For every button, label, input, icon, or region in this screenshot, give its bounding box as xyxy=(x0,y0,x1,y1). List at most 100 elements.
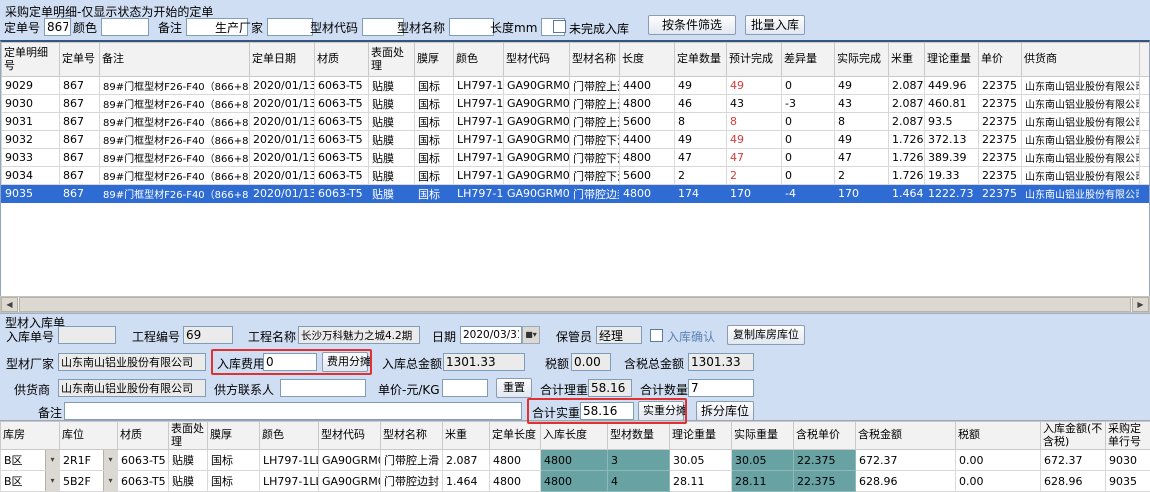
dropdown-arrow-icon[interactable]: ▾ xyxy=(45,471,59,491)
column-header[interactable]: 型材名称 xyxy=(570,43,620,77)
column-header[interactable]: 备注 xyxy=(100,43,250,77)
column-header[interactable]: 含税单价 xyxy=(794,422,856,450)
split-location-button[interactable]: 拆分库位 xyxy=(696,401,754,421)
column-header[interactable]: 型材数量 xyxy=(608,422,670,450)
theory-weight-input[interactable] xyxy=(588,379,632,397)
column-header[interactable]: 入库金额(不含税) xyxy=(1041,422,1106,450)
column-header[interactable]: 型材代码 xyxy=(504,43,570,77)
column-header[interactable]: 差异量 xyxy=(782,43,835,77)
column-header[interactable]: 税额 xyxy=(956,422,1041,450)
order-row[interactable]: 902986789#门框型材F26-F40（866+867）2020/01/13… xyxy=(2,77,1150,95)
combo-value[interactable]: 5B2F xyxy=(60,475,103,488)
color-input[interactable] xyxy=(101,18,149,36)
unit-price-input[interactable] xyxy=(442,379,488,397)
contact-input[interactable] xyxy=(280,379,366,397)
column-header[interactable]: 型材代码 xyxy=(319,422,381,450)
profile-name-input[interactable] xyxy=(449,18,494,36)
column-header[interactable]: 膜厚 xyxy=(208,422,260,450)
column-header[interactable]: 单价 xyxy=(979,43,1022,77)
column-header[interactable]: 膜厚 xyxy=(415,43,454,77)
column-header[interactable]: 库房 xyxy=(1,422,60,450)
manufacturer-input[interactable] xyxy=(267,18,313,36)
combo-value[interactable]: B区 xyxy=(1,473,45,489)
column-header[interactable]: 表面处理 xyxy=(369,43,415,77)
column-header[interactable]: 定单数量 xyxy=(675,43,727,77)
column-header[interactable]: 材质 xyxy=(315,43,369,77)
column-header[interactable]: 材质 xyxy=(118,422,169,450)
column-header[interactable]: 定单明细号 xyxy=(2,43,60,77)
cell: 22375 xyxy=(979,131,1022,149)
cell: 6063-T5 xyxy=(118,471,169,492)
reset-button[interactable]: 重置 xyxy=(496,378,532,398)
column-header[interactable]: 米重 xyxy=(443,422,490,450)
inbound-row[interactable]: B区▾5B2F▾6063-T5贴膜国标LH797-1LL0GA90GRM05门带… xyxy=(1,471,1150,492)
keeper-input[interactable] xyxy=(596,326,642,344)
column-header[interactable]: 实际重量 xyxy=(732,422,794,450)
project-name-input[interactable] xyxy=(298,326,420,344)
column-header[interactable]: 定单号 xyxy=(60,43,100,77)
date-input[interactable] xyxy=(460,326,522,344)
dropdown-arrow-icon[interactable]: ▾ xyxy=(103,450,117,470)
inbound-no-input[interactable] xyxy=(58,326,116,344)
cell: 贴膜 xyxy=(169,471,208,492)
factory-input[interactable] xyxy=(58,353,206,371)
project-no-input[interactable] xyxy=(183,326,233,344)
column-header[interactable]: 库位 xyxy=(60,422,118,450)
scroll-left-arrow-icon[interactable]: ◀ xyxy=(1,297,18,312)
supplier-input[interactable] xyxy=(58,379,206,397)
tax-input[interactable] xyxy=(571,353,611,371)
column-header[interactable]: 预计完成 xyxy=(727,43,782,77)
column-header[interactable]: 颜色 xyxy=(454,43,504,77)
order-row[interactable]: 903486789#门框型材F26-F40（866+867）2020/01/13… xyxy=(2,167,1150,185)
filter-by-condition-button[interactable]: 按条件筛选 xyxy=(648,15,736,35)
cell: 0 xyxy=(782,131,835,149)
scroll-right-arrow-icon[interactable]: ▶ xyxy=(1132,297,1149,312)
inbound-row[interactable]: B区▾2R1F▾6063-T5贴膜国标LH797-1LL0GA90GRM03门带… xyxy=(1,450,1150,471)
column-header[interactable]: 采购定单行号 xyxy=(1106,422,1150,450)
dropdown-arrow-icon[interactable]: ▾ xyxy=(45,450,59,470)
cell: 28.11 xyxy=(670,471,732,492)
profile-name-label: 型材名称 xyxy=(397,19,445,36)
actual-weight-input[interactable] xyxy=(580,402,634,420)
column-header[interactable]: 表面处理 xyxy=(169,422,208,450)
column-header[interactable]: 理论重量 xyxy=(670,422,732,450)
actual-weight-label: 合计实重 xyxy=(532,404,580,421)
order-row[interactable]: 903186789#门框型材F26-F40（866+867）2020/01/13… xyxy=(2,113,1150,131)
order-row[interactable]: 903286789#门框型材F26-F40（866+867）2020/01/13… xyxy=(2,131,1150,149)
total-amount-input[interactable] xyxy=(443,353,525,371)
cell: 22375 xyxy=(979,185,1022,203)
combo-value[interactable]: B区 xyxy=(1,452,45,468)
remark-input[interactable] xyxy=(64,402,522,420)
column-header[interactable]: 理论重量 xyxy=(925,43,979,77)
column-header[interactable]: 入库长度 xyxy=(541,422,608,450)
total-qty-input[interactable] xyxy=(688,379,754,397)
combo-value[interactable]: 2R1F xyxy=(60,454,103,467)
calendar-dropdown-icon[interactable]: ■▾ xyxy=(522,326,540,344)
order-row[interactable]: 903086789#门框型材F26-F40（866+867）2020/01/13… xyxy=(2,95,1150,113)
cell: 1.464 xyxy=(443,471,490,492)
horizontal-scrollbar[interactable]: ◀ ▶ xyxy=(0,296,1150,313)
column-header[interactable]: 型材名称 xyxy=(381,422,443,450)
cell: 389.39 xyxy=(925,149,979,167)
column-header[interactable]: 定单长度 xyxy=(490,422,541,450)
fee-share-button[interactable]: 费用分摊 xyxy=(322,352,368,372)
tax-total-input[interactable] xyxy=(688,353,754,371)
copy-warehouse-location-button[interactable]: 复制库房库位 xyxy=(727,325,805,345)
order-no-input[interactable] xyxy=(44,18,71,36)
fee-input[interactable] xyxy=(263,353,317,371)
unfinished-inbound-checkbox[interactable] xyxy=(553,20,566,33)
column-header[interactable]: 颜色 xyxy=(260,422,319,450)
column-header[interactable]: 实际完成 xyxy=(835,43,889,77)
column-header[interactable]: 长度 xyxy=(620,43,675,77)
batch-inbound-button[interactable]: 批量入库 xyxy=(745,15,805,35)
column-header[interactable]: 米重 xyxy=(889,43,925,77)
dropdown-arrow-icon[interactable]: ▾ xyxy=(103,471,117,491)
order-row[interactable]: 903586789#门框型材F26-F40（866+867）2020/01/13… xyxy=(2,185,1150,203)
column-header[interactable]: 供货商 xyxy=(1022,43,1140,77)
weight-share-button[interactable]: 实重分摊 xyxy=(638,401,684,421)
inbound-confirm-checkbox[interactable] xyxy=(650,329,663,342)
scrollbar-thumb[interactable] xyxy=(19,297,1131,312)
column-header[interactable]: 定单日期 xyxy=(250,43,315,77)
order-row[interactable]: 903386789#门框型材F26-F40（866+867）2020/01/13… xyxy=(2,149,1150,167)
column-header[interactable]: 含税金额 xyxy=(856,422,956,450)
